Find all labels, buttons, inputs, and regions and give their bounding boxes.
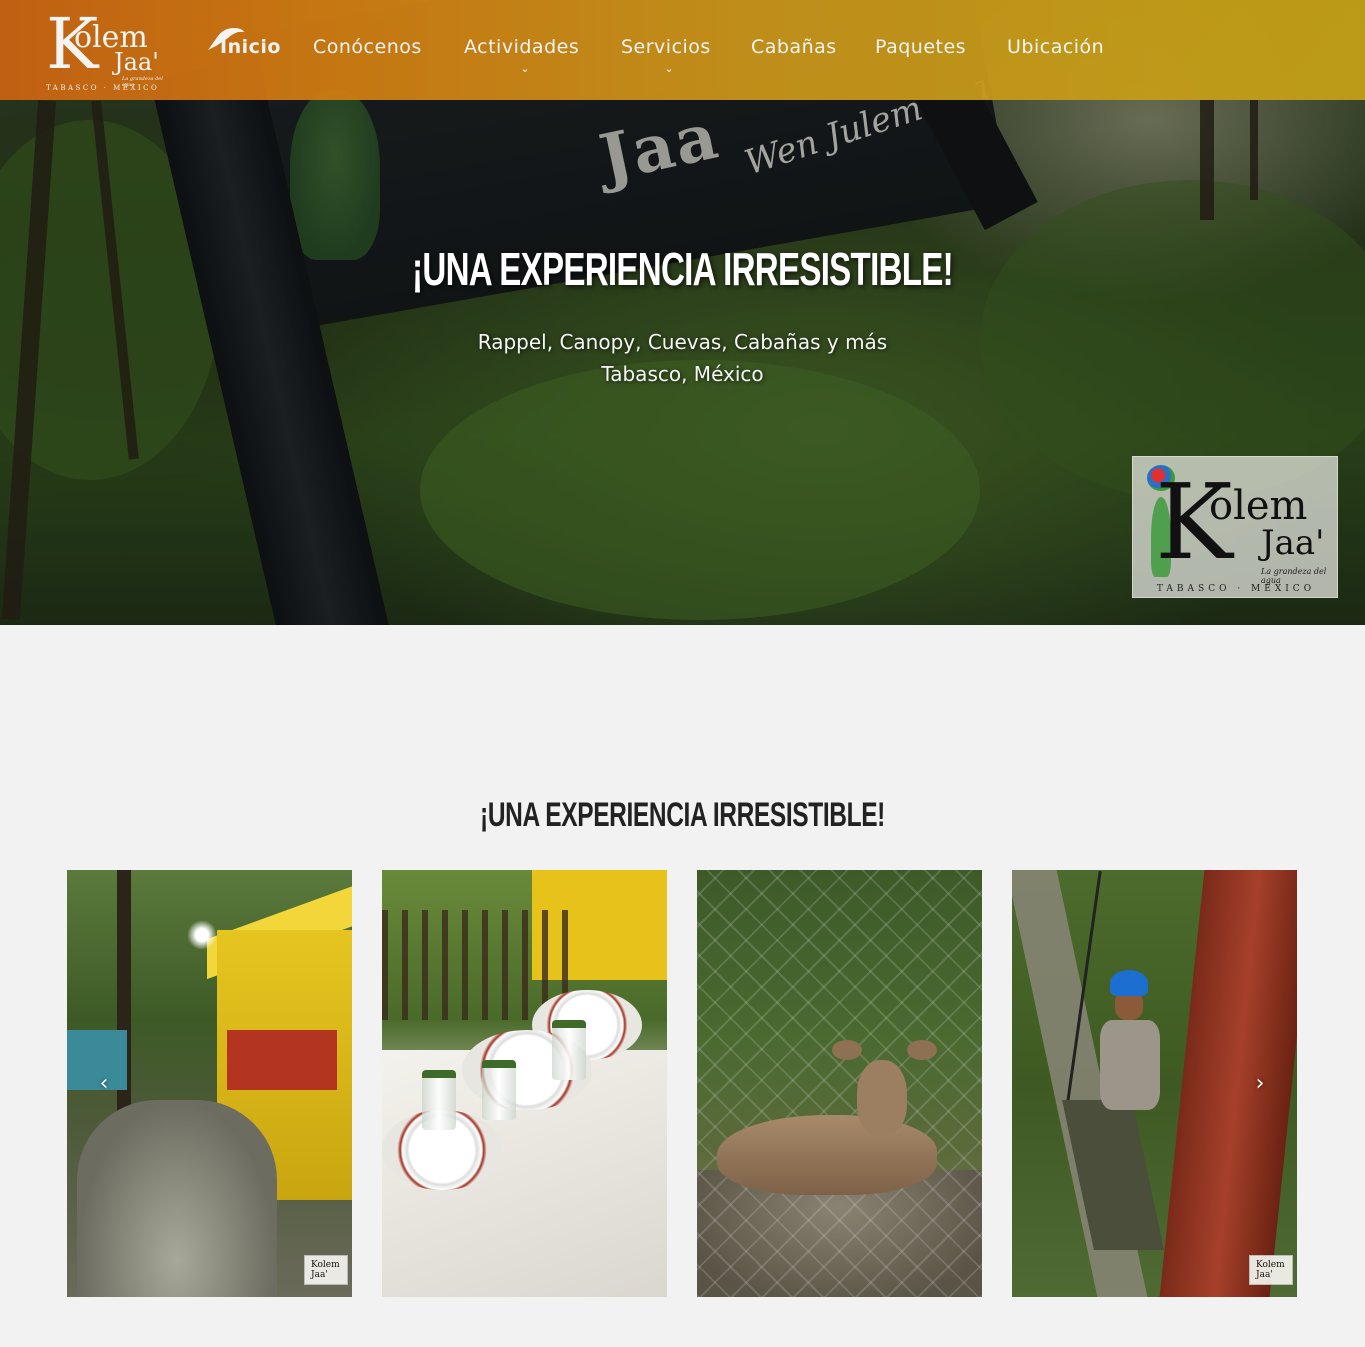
badge-tagline: La grandeza del agua	[1261, 567, 1327, 585]
chevron-down-icon[interactable]: ⌄	[515, 62, 535, 75]
deer-ear	[832, 1040, 862, 1060]
climber-shirt	[1100, 1020, 1160, 1110]
nav-item-ubicacion[interactable]: Ubicación	[1007, 36, 1104, 58]
deer-head	[857, 1060, 907, 1135]
badge-jaa: Jaa'	[1261, 523, 1325, 563]
logo-jaa: Jaa'	[114, 48, 159, 76]
watermark-logo: Kolem Jaa'	[304, 1255, 348, 1285]
watermark-logo: Kolem Jaa'	[1249, 1255, 1293, 1285]
nav-item-conocenos[interactable]: Conócenos	[313, 36, 422, 58]
glass	[552, 1020, 586, 1080]
glass	[422, 1070, 456, 1130]
carousel-next-icon[interactable]: ›	[1250, 1072, 1270, 1096]
logo-location: TABASCO · MÉXICO	[46, 84, 160, 92]
chain-link-fence	[697, 870, 982, 1297]
hero-subtitle-line: Rappel, Canopy, Cuevas, Cabañas y más	[477, 330, 888, 354]
red-tree-trunk	[1159, 870, 1297, 1297]
hero-subtitle-line: Tabasco, México	[601, 362, 764, 386]
site-header: K olem Jaa' La grandeza del agua TABASCO…	[0, 0, 1365, 100]
nav-item-actividades[interactable]: Actividades	[464, 36, 579, 58]
hero-logo-badge: K olem Jaa' La grandeza del agua TABASCO…	[1132, 456, 1338, 598]
nav-item-servicios[interactable]: Servicios	[621, 36, 711, 58]
glass	[482, 1060, 516, 1120]
deer-body	[717, 1115, 937, 1195]
section-title: ¡UNA EXPERIENCIA IRRESISTIBLE!	[480, 796, 885, 834]
sun-glare	[187, 920, 217, 950]
stone-path	[77, 1100, 277, 1297]
carousel-prev-icon[interactable]: ‹	[94, 1072, 114, 1096]
nav-item-paquetes[interactable]: Paquetes	[875, 36, 966, 58]
climber-pants	[1062, 1100, 1164, 1250]
hero-subtitle: Rappel, Canopy, Cuevas, Cabañas y más Ta…	[0, 326, 1365, 390]
hero-title: ¡UNA EXPERIENCIA IRRESISTIBLE!	[412, 243, 954, 295]
badge-location: TABASCO · MÉXICO	[1156, 584, 1316, 594]
blue-helmet	[1110, 970, 1148, 996]
cabin-porch	[227, 1030, 337, 1090]
carousel-slide-table[interactable]	[382, 870, 667, 1297]
deer-ear	[907, 1040, 937, 1060]
chevron-down-icon[interactable]: ⌄	[659, 62, 679, 75]
nav-item-cabanas[interactable]: Cabañas	[751, 36, 837, 58]
site-logo[interactable]: K olem Jaa' La grandeza del agua TABASCO…	[44, 6, 174, 94]
image-carousel: Kolem Jaa' Kolem Jaa' ‹ ›	[67, 870, 1297, 1297]
carousel-slide-deer[interactable]	[697, 870, 982, 1297]
nav-item-inicio[interactable]: Inicio	[220, 36, 281, 58]
